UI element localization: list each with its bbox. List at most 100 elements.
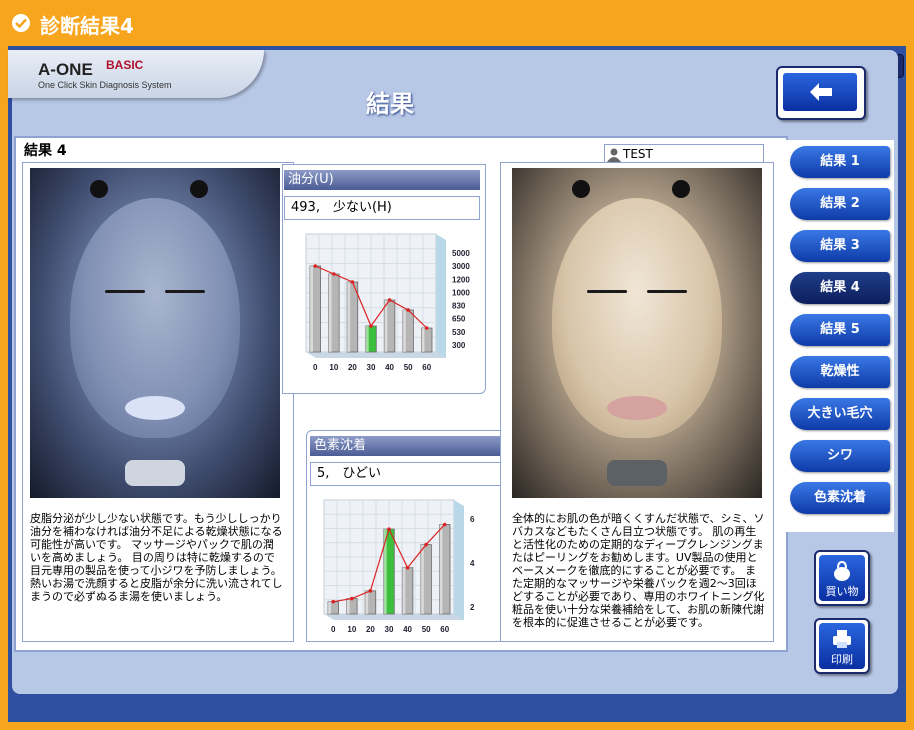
logo: A-ONE BASIC One Click Skin Diagnosis Sys… <box>8 50 264 98</box>
shop-button[interactable]: 買い物 <box>814 550 870 606</box>
pigment-title: 色素沈着 <box>310 436 506 456</box>
x-tick-label: 50 <box>404 363 413 372</box>
x-tick-label: 30 <box>385 625 394 634</box>
logo-brand: A-ONE <box>38 60 93 79</box>
shop-label: 買い物 <box>825 585 859 598</box>
chart-floor <box>324 614 464 620</box>
pigment-chart: 0 10 20 30 40 50 60 6 4 2 <box>323 499 475 634</box>
y-tick-label: 300 <box>452 341 466 350</box>
trend-point <box>369 324 373 328</box>
trend-point <box>405 565 410 570</box>
headset-knob-right <box>672 180 690 198</box>
trend-point <box>424 326 429 330</box>
y-tick-label: 1000 <box>452 288 470 297</box>
headset-knob-left <box>572 180 590 198</box>
eye-left <box>105 290 145 293</box>
y-tick-label: 6 <box>470 515 475 524</box>
chart-floor <box>306 352 446 358</box>
print-label: 印刷 <box>831 653 853 666</box>
lips <box>607 396 667 420</box>
tab-result-2[interactable]: 結果 2 <box>790 188 890 220</box>
logo-tagline: One Click Skin Diagnosis System <box>38 80 172 90</box>
bar-shine <box>328 601 331 614</box>
x-tick-label: 10 <box>329 363 338 372</box>
back-button[interactable] <box>776 66 866 120</box>
x-tick-label: 0 <box>313 363 318 372</box>
x-tick-label: 20 <box>348 363 357 372</box>
tab-dryness[interactable]: 乾燥性 <box>790 356 890 388</box>
x-tick-label: 30 <box>367 363 376 372</box>
y-tick-label: 1200 <box>452 275 470 284</box>
trend-point <box>442 522 447 527</box>
arrow-left-icon <box>810 83 832 101</box>
trend-point <box>313 264 318 268</box>
y-tick-label: 830 <box>452 302 466 311</box>
headset-knob-right <box>190 180 208 198</box>
page-title: 結果 <box>366 90 414 118</box>
pigment-description: 全体的にお肌の色が暗くくすんだ状態で、シミ、ソバカスなどもたくさん目立つ状態です… <box>512 512 765 629</box>
print-button[interactable]: 印刷 <box>814 618 870 674</box>
x-tick-label: 60 <box>440 625 449 634</box>
chin-rest <box>125 460 185 486</box>
bar-shine <box>402 567 406 614</box>
y-tick-label: 5000 <box>452 249 470 258</box>
bar-shine <box>420 544 424 614</box>
oil-title: 油分(U) <box>284 170 480 190</box>
y-tick-label: 3000 <box>452 262 470 271</box>
trend-point <box>331 599 336 604</box>
user-icon <box>607 148 621 162</box>
x-tick-label: 40 <box>385 363 394 372</box>
natural-face-photo <box>512 168 762 498</box>
oil-description: 皮脂分泌が少し少ない状態です。もう少ししっかり油分を補わなければ油分不足による乾… <box>30 512 283 603</box>
headset-knob-left <box>90 180 108 198</box>
tab-large-pores[interactable]: 大きい毛穴 <box>790 398 890 430</box>
chart-side-wall <box>454 500 464 620</box>
bar-shine <box>402 310 406 352</box>
bar-shine <box>328 274 332 352</box>
oil-chart: 0 10 20 30 40 50 60 5000 3000 1200 1000 830 650 530 30… <box>305 233 470 372</box>
chart-side-wall <box>436 234 446 358</box>
window-title: 診断結果4 <box>40 14 134 38</box>
bar-shine <box>346 598 350 614</box>
eye-left <box>587 290 627 293</box>
tab-result-1[interactable]: 結果 1 <box>790 146 890 178</box>
tab-pigmentation[interactable]: 色素沈着 <box>790 482 890 514</box>
x-tick-label: 10 <box>347 625 356 634</box>
user-name: TEST <box>623 147 653 161</box>
trend-point <box>350 596 354 601</box>
x-tick-label: 50 <box>422 625 431 634</box>
bar-shine <box>365 590 369 614</box>
tab-wrinkles[interactable]: シワ <box>790 440 890 472</box>
eye-right <box>165 290 205 293</box>
bar-shine <box>347 282 351 352</box>
bottom-bar <box>14 652 784 690</box>
trend-point <box>387 298 392 302</box>
trend-point <box>350 280 355 284</box>
bar-shine <box>365 326 369 352</box>
trend-point <box>368 589 373 593</box>
lips <box>125 396 185 420</box>
bar-shine <box>439 524 443 614</box>
oil-value: 493, 少ない(H) <box>284 196 480 220</box>
eye-right <box>647 290 687 293</box>
result-tabs: 結果 1 結果 2 結果 3 結果 4 結果 5 乾燥性 大きい毛穴 シワ 色素… <box>786 140 894 532</box>
x-tick-label: 40 <box>403 625 412 634</box>
x-tick-label: 60 <box>422 363 431 372</box>
x-tick-label: 20 <box>366 625 375 634</box>
tab-result-5[interactable]: 結果 5 <box>790 314 890 346</box>
bar-shine <box>421 328 425 352</box>
check-icon <box>12 14 30 32</box>
bar-shine <box>310 266 313 352</box>
printer-icon <box>833 630 851 648</box>
trend-point <box>424 542 428 547</box>
window-titlebar: 診断結果4 <box>0 0 914 46</box>
trend-point <box>387 527 391 531</box>
x-tick-label: 0 <box>331 625 336 634</box>
chin-rest <box>607 460 667 486</box>
pigment-value: 5, ひどい <box>310 462 506 486</box>
content-heading: 結果 4 <box>24 143 67 159</box>
tab-result-4[interactable]: 結果 4 <box>790 272 890 304</box>
tab-result-3[interactable]: 結果 3 <box>790 230 890 262</box>
trend-point <box>332 272 336 276</box>
y-tick-label: 530 <box>452 328 466 337</box>
